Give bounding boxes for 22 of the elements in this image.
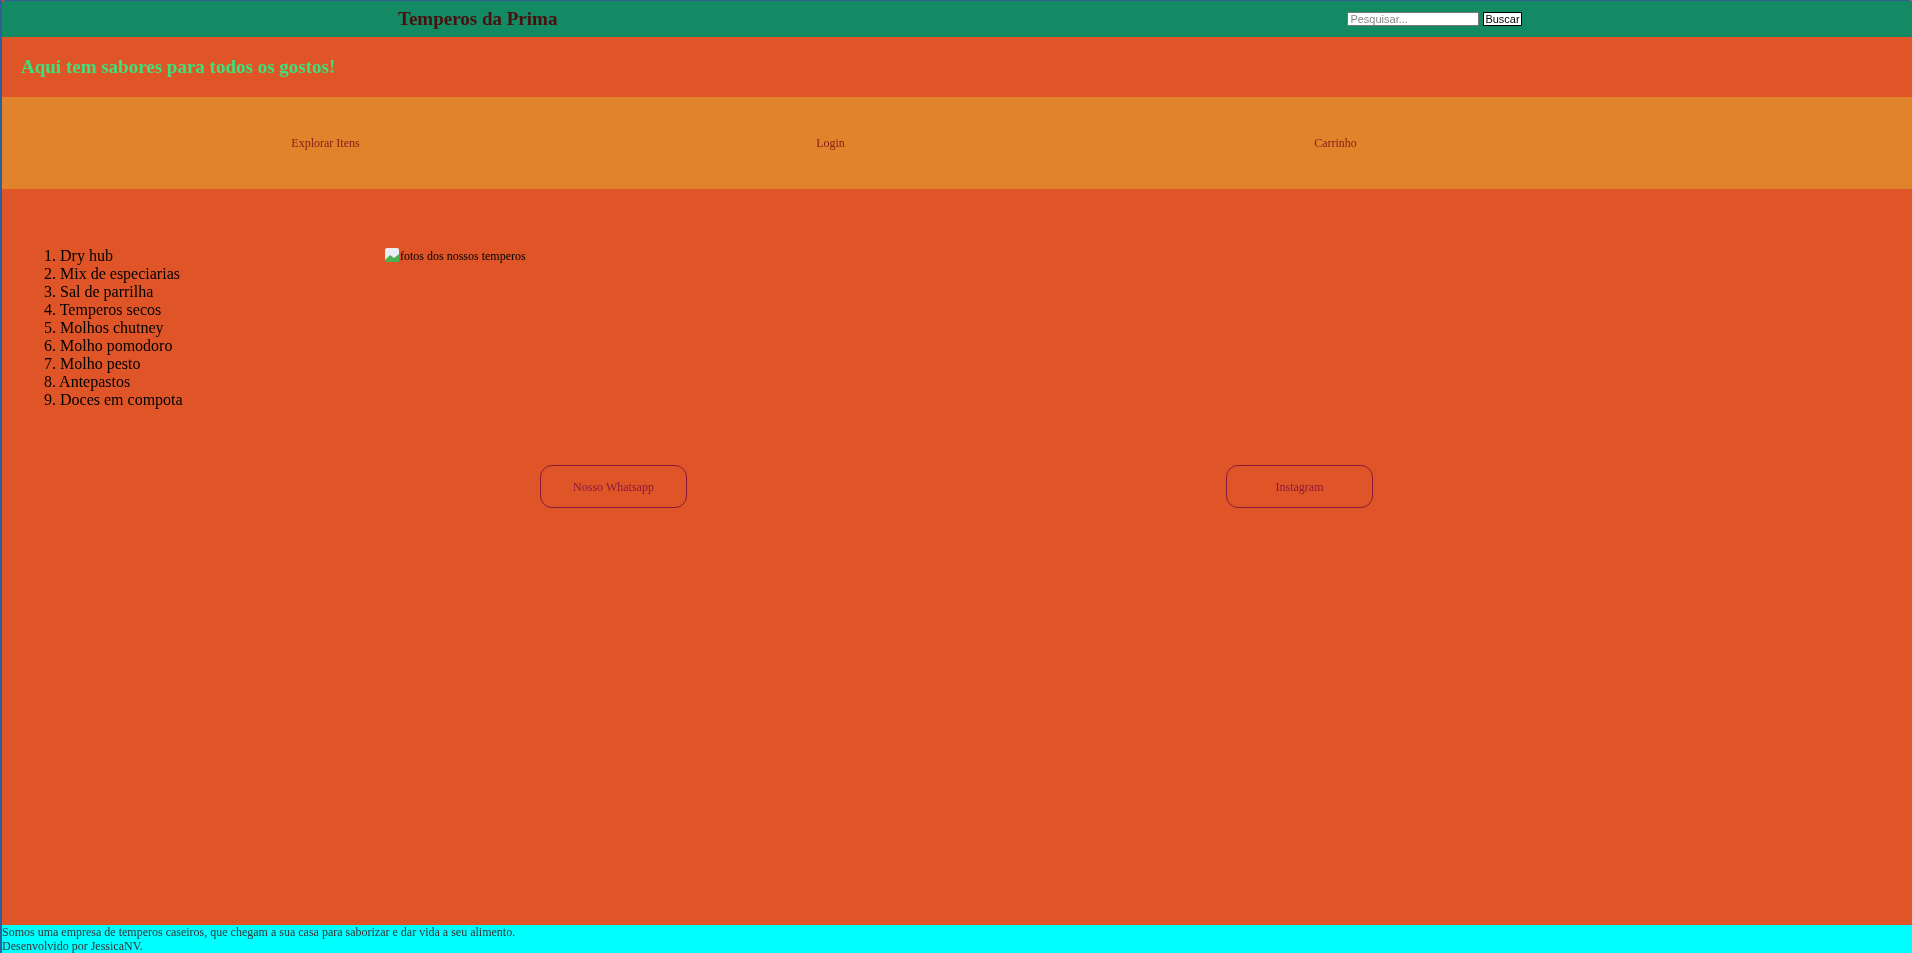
footer-credit: Desenvolvido por JessicaNV. — [2, 939, 144, 953]
product-list-item: 3. Sal de parrilha — [44, 283, 155, 301]
product-list-item: 7. Molho pesto — [44, 355, 142, 373]
search-field[interactable]: Pesquisar... — [1347, 12, 1480, 26]
site-title: Temperos da Prima — [398, 6, 558, 31]
tagline: Aqui tem sabores para todos os gostos! — [21, 54, 336, 79]
social-button[interactable]: Instagram — [1226, 465, 1373, 508]
search-button[interactable]: Buscar — [1483, 12, 1522, 26]
product-list-item: 9. Doces em compota — [44, 391, 184, 409]
product-list-item: 1. Dry hub — [44, 247, 114, 265]
social-button[interactable]: Nosso Whatsapp — [540, 465, 687, 508]
image-alt-text: fotos dos nossos temperos — [400, 248, 526, 265]
nav-link[interactable]: Login — [578, 134, 1083, 152]
product-list-item: 6. Molho pomodoro — [44, 337, 174, 355]
product-list-item: 4. Temperos secos — [44, 301, 163, 319]
product-list-item: 5. Molhos chutney — [44, 319, 165, 337]
broken-image-icon — [384, 247, 400, 263]
nav-link[interactable]: Carrinho — [1083, 134, 1588, 152]
nav-link[interactable]: Explorar Itens — [73, 134, 578, 152]
product-list-item: 8. Antepastos — [44, 373, 132, 391]
product-list-item: 2. Mix de especiarias — [44, 265, 181, 283]
footer-description: Somos uma empresa de temperos caseiros, que chegam a sua casa para saborizar e dar vida a seu alimento. — [2, 925, 517, 939]
